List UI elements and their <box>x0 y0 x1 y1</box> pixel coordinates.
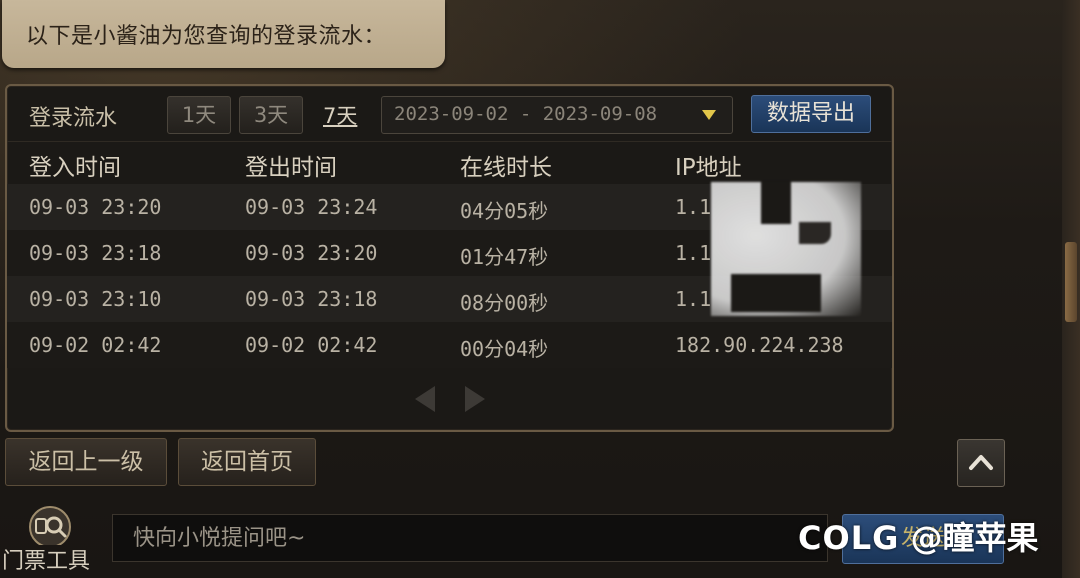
ticket-tool-label: 门票工具 <box>2 549 91 574</box>
logout-time-cell: 09-03 23:24 <box>245 195 378 219</box>
date-range-dropdown[interactable]: 2023-09-02 - 2023-09-08 <box>381 96 733 134</box>
column-header-ip-address: IP地址 <box>675 155 742 181</box>
chevron-up-icon <box>969 455 993 470</box>
watermark: COLG @瞳苹果 <box>798 513 1039 557</box>
login-log-panel: 登录流水 1天 3天 7天 2023-09-02 - 2023-09-08 数据… <box>5 84 894 432</box>
export-data-button[interactable]: 数据导出 <box>751 95 871 133</box>
ticket-magnifier-icon <box>29 506 71 545</box>
prev-page-arrow-icon[interactable] <box>415 386 435 412</box>
home-button[interactable]: 返回首页 <box>178 438 316 486</box>
logout-time-cell: 09-03 23:18 <box>245 287 378 311</box>
assistant-message-text: 以下是小酱油为您查询的登录流水： <box>26 24 387 49</box>
duration-cell: 04分05秒 <box>460 199 549 223</box>
ip-cell: 1.1 <box>675 241 712 265</box>
right-scrollbar-thumb[interactable] <box>1065 242 1077 322</box>
logout-time-cell: 09-02 02:42 <box>245 333 378 357</box>
watermark-handle: @瞳苹果 <box>910 519 1039 557</box>
scroll-top-button[interactable] <box>957 439 1005 487</box>
pagination <box>415 386 495 412</box>
ip-cell: 1.1 <box>675 287 712 311</box>
watermark-logo: COLG <box>798 519 900 557</box>
right-scrollbar-track[interactable] <box>1062 0 1080 578</box>
question-input[interactable]: 快向小悦提问吧~ <box>112 514 828 562</box>
dropdown-arrow-icon <box>702 110 716 120</box>
duration-cell: 08分00秒 <box>460 291 549 315</box>
redaction-shape <box>731 274 821 312</box>
next-page-arrow-icon[interactable] <box>465 386 485 412</box>
filter-toolbar: 登录流水 1天 3天 7天 2023-09-02 - 2023-09-08 数据… <box>7 86 892 142</box>
filter-1day-button[interactable]: 1天 <box>167 96 231 134</box>
ip-cell: 1.1 <box>675 195 712 219</box>
table-row: 09-02 02:42 09-02 02:42 00分04秒 182.90.22… <box>7 322 892 368</box>
redaction-shape <box>761 182 791 224</box>
assistant-message-bubble: 以下是小酱油为您查询的登录流水： <box>2 0 445 68</box>
redaction-blur <box>711 182 861 316</box>
column-header-login-time: 登入时间 <box>29 155 121 181</box>
table-header: 登入时间 登出时间 在线时长 IP地址 <box>7 142 892 184</box>
login-time-cell: 09-03 23:18 <box>29 241 162 265</box>
login-log-title: 登录流水 <box>29 106 118 131</box>
login-time-cell: 09-03 23:20 <box>29 195 162 219</box>
duration-cell: 01分47秒 <box>460 245 549 269</box>
duration-cell: 00分04秒 <box>460 337 549 361</box>
column-header-online-duration: 在线时长 <box>460 155 552 181</box>
column-header-logout-time: 登出时间 <box>245 155 337 181</box>
logout-time-cell: 09-03 23:20 <box>245 241 378 265</box>
redaction-shape <box>799 222 831 244</box>
ip-cell: 182.90.224.238 <box>675 333 844 357</box>
login-time-cell: 09-02 02:42 <box>29 333 162 357</box>
filter-3day-button[interactable]: 3天 <box>239 96 303 134</box>
date-range-value: 2023-09-02 - 2023-09-08 <box>394 103 658 125</box>
filter-7day-link[interactable]: 7天 <box>323 100 357 130</box>
back-button[interactable]: 返回上一级 <box>5 438 167 486</box>
ticket-tool-button[interactable]: 门票工具 <box>0 505 108 578</box>
login-time-cell: 09-03 23:10 <box>29 287 162 311</box>
